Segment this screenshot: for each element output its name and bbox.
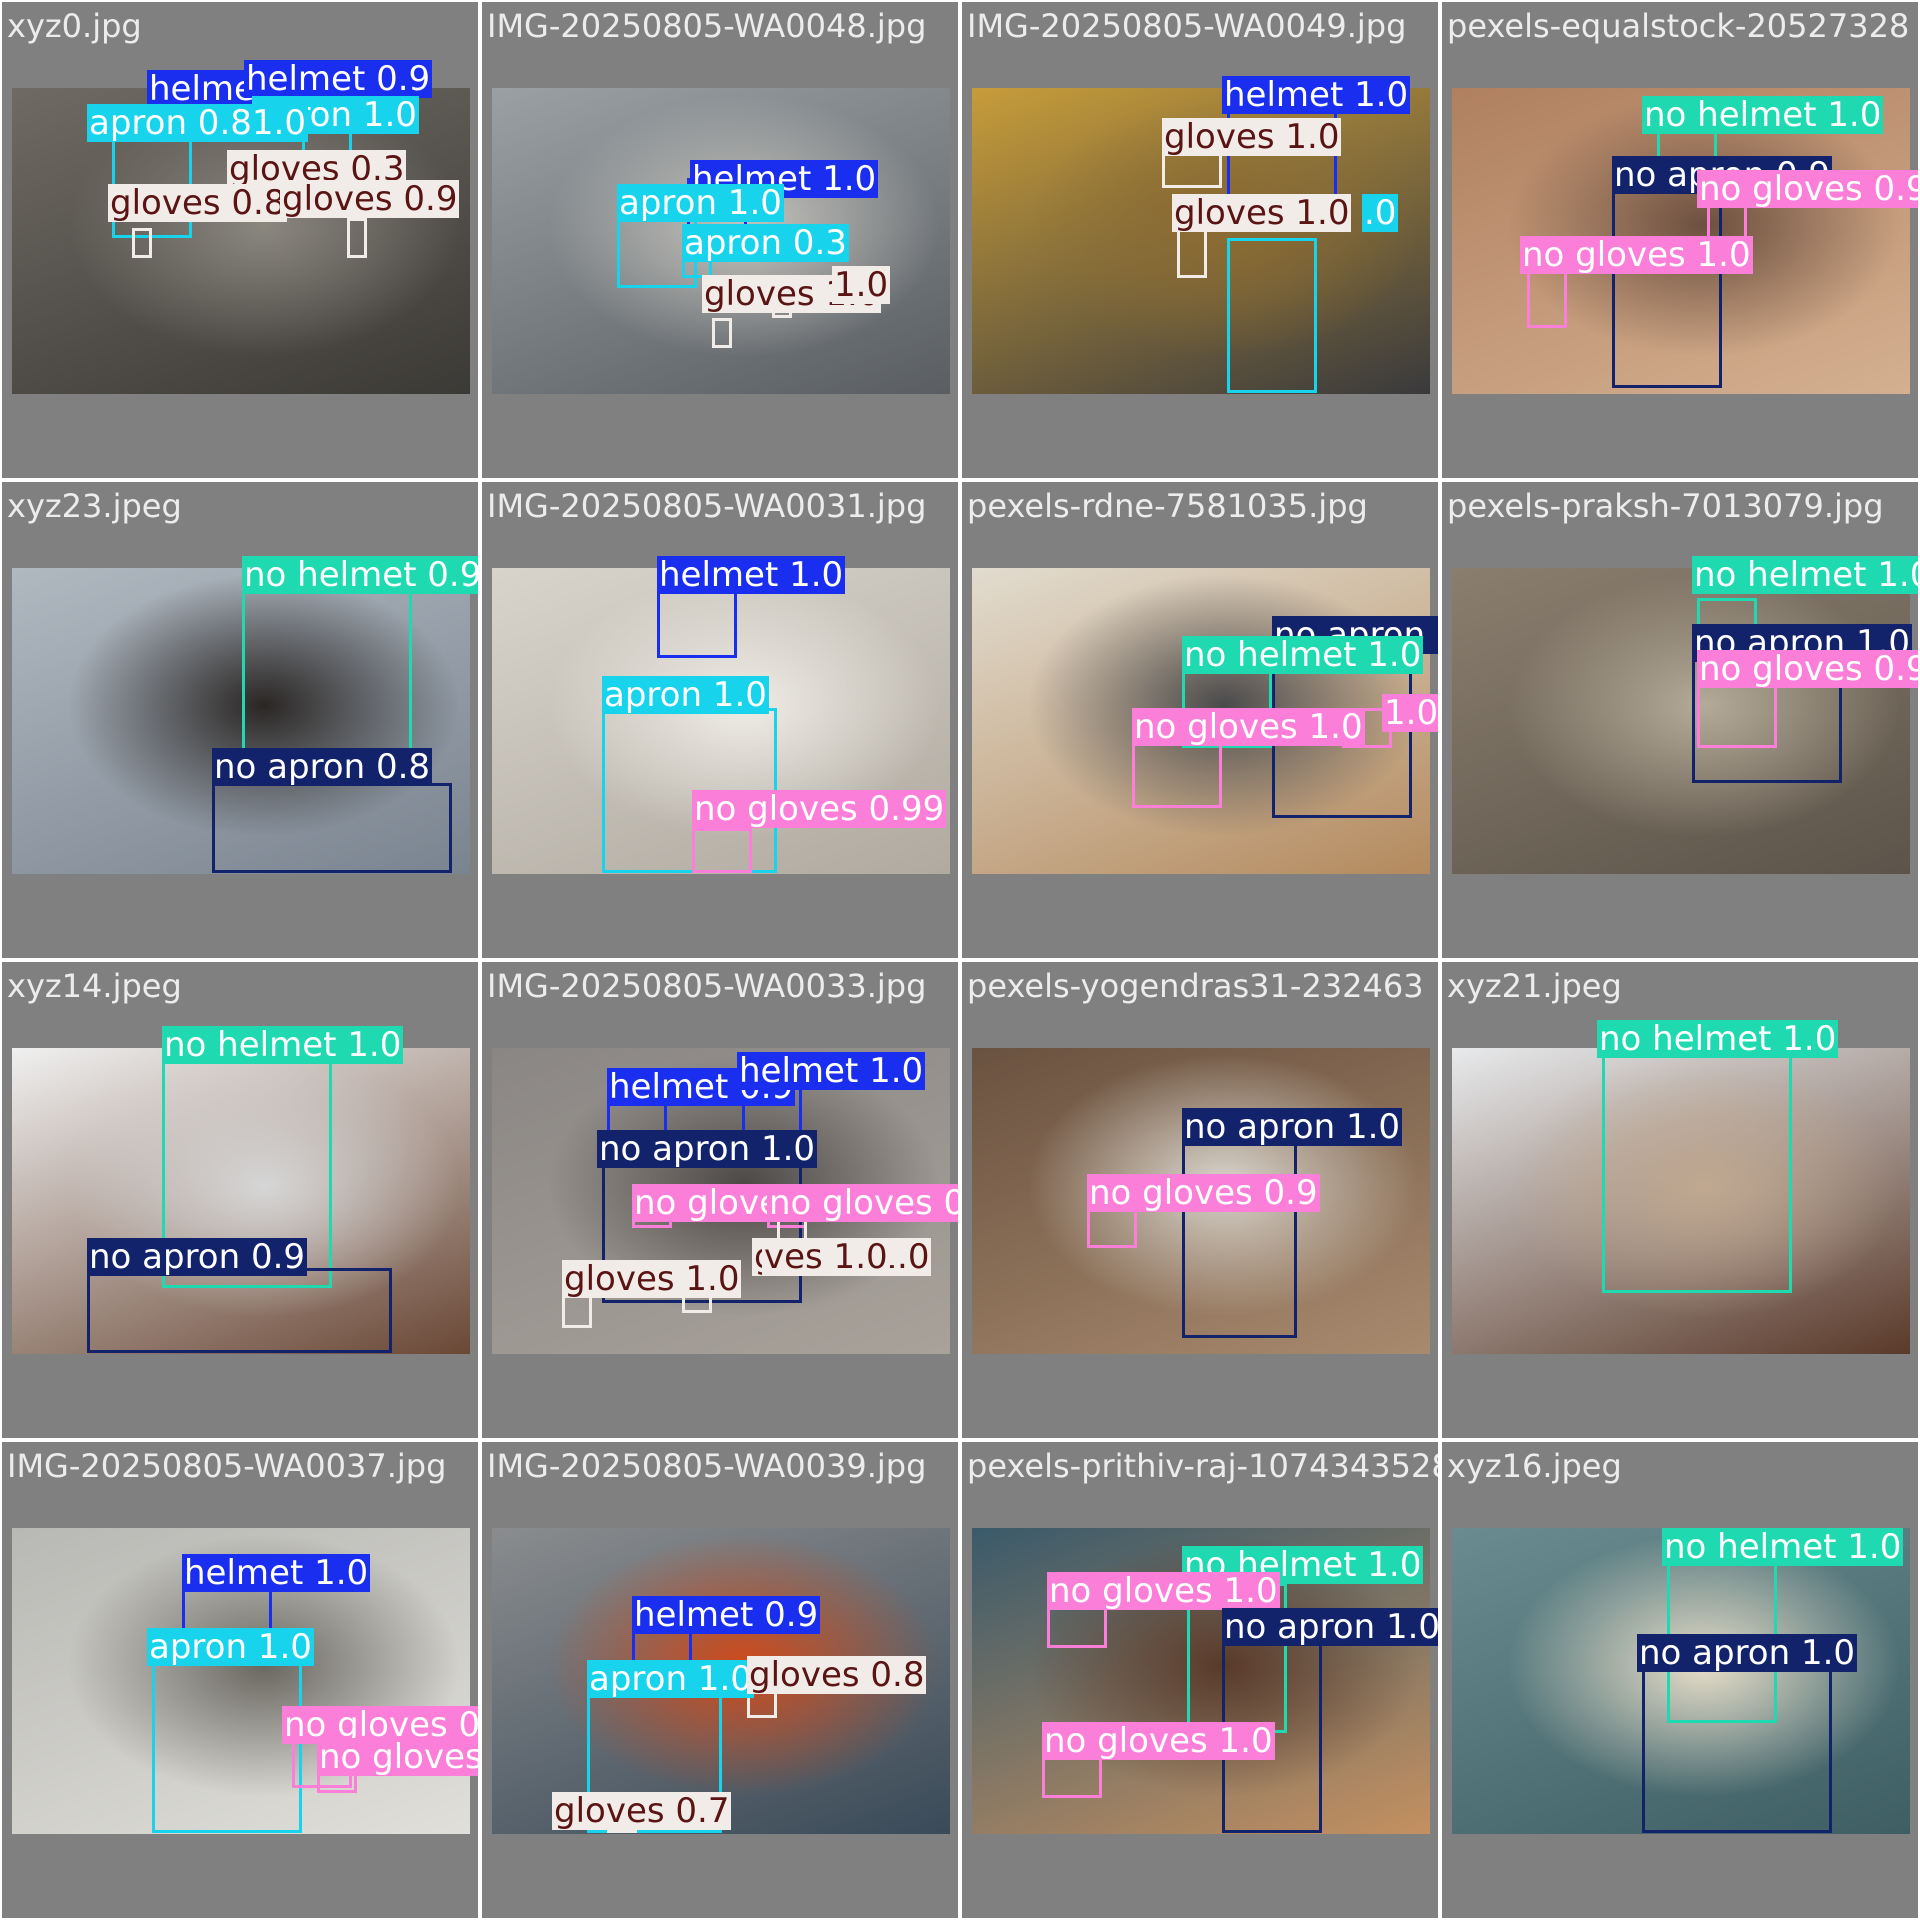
tile-filename: IMG-20250805-WA0049.jpg xyxy=(967,7,1407,45)
bbox-no-apron xyxy=(1642,1668,1832,1833)
tile-filename: xyz0.jpg xyxy=(7,7,142,45)
tile-filename: xyz16.jpeg xyxy=(1447,1447,1622,1485)
bbox-gloves xyxy=(347,218,367,258)
bbox-no-gloves xyxy=(1132,738,1222,808)
tile-filename: pexels-praksh-7013079.jpg xyxy=(1447,487,1884,525)
bbox-label: no apron 1.0 xyxy=(597,1129,818,1169)
photo xyxy=(12,568,470,874)
tile-filename: IMG-20250805-WA0037.jpg xyxy=(7,1447,447,1485)
image-tile: pexels-praksh-7013079.jpg no helmet 1.0 no… xyxy=(1442,482,1918,958)
image-tile: xyz21.jpeg no helmet 1.0 xyxy=(1442,962,1918,1438)
bbox-label: ves 1.0 xyxy=(762,1237,890,1277)
tile-filename: IMG-20250805-WA0048.jpg xyxy=(487,7,927,45)
tile-filename: IMG-20250805-WA0039.jpg xyxy=(487,1447,927,1485)
tile-filename: pexels-prithiv-raj-1074343528-28871335.j xyxy=(967,1447,1438,1485)
tile-filename: IMG-20250805-WA0033.jpg xyxy=(487,967,927,1005)
bbox-no-helmet xyxy=(242,583,412,763)
bbox-helmet xyxy=(657,588,737,658)
bbox-label: no gloves 0.9 xyxy=(317,1738,478,1776)
bbox-label: no gloves 1.0 xyxy=(1042,1721,1275,1761)
image-tile: IMG-20250805-WA0049.jpg helmet 1.0 gloves … xyxy=(962,2,1438,478)
bbox-label: no gloves 1.0 xyxy=(1520,235,1753,275)
bbox-no-gloves xyxy=(1087,1208,1137,1248)
image-tile: xyz23.jpeg no helmet 0.9 no apron 0.8 xyxy=(2,482,478,958)
image-tile: xyz14.jpeg no helmet 1.0 no apron 0.9 xyxy=(2,962,478,1438)
bbox-label: no helmet 1.0 xyxy=(1692,556,1918,594)
bbox-label: no helmet 1.0 xyxy=(1662,1527,1904,1567)
bbox-apron xyxy=(152,1663,302,1833)
bbox-label: apron 1.0 xyxy=(617,183,784,223)
bbox-label: no helmet 1.0 xyxy=(1597,1019,1839,1059)
bbox-label: helmet 1.0 xyxy=(737,1051,926,1091)
tile-filename: pexels-rdne-7581035.jpg xyxy=(967,487,1368,525)
bbox-label: helmet 1.0 xyxy=(657,555,846,595)
bbox-label: 1.0 xyxy=(832,265,891,305)
bbox-label: gloves 1.0 xyxy=(1162,117,1342,157)
bbox-label: gloves 1.0 xyxy=(562,1259,742,1299)
bbox-label: .0 xyxy=(1362,193,1399,233)
tile-filename: xyz14.jpeg xyxy=(7,967,182,1005)
bbox-gloves xyxy=(712,318,732,348)
bbox-label: no helmet 0.9 xyxy=(242,556,478,594)
bbox-label: no apron 0.8 xyxy=(212,747,433,787)
image-tile: IMG-20250805-WA0031.jpg helmet 1.0 apron 1… xyxy=(482,482,958,958)
photo xyxy=(1452,1528,1910,1834)
bbox-label: no apron 1.0 xyxy=(1637,1633,1858,1673)
bbox-label: no gloves 0.9 xyxy=(1697,650,1918,688)
bbox-label: no gloves 0.9 xyxy=(1697,170,1918,208)
bbox-label: no gloves 0.9 xyxy=(767,1184,958,1222)
bbox-label: no helmet 1.0 xyxy=(1642,95,1884,135)
bbox-label: helmet 0.9 xyxy=(632,1595,821,1635)
bbox-label: no gloves 1.0 xyxy=(1132,707,1365,747)
bbox-label: no helmet 1.0 xyxy=(1182,635,1424,675)
detection-mosaic: xyz0.jpg helmet 0.9 helmet 0.9 apron 1.0 apr… xyxy=(0,0,1920,1920)
bbox-label: gloves 0.7 xyxy=(552,1791,732,1831)
image-tile: pexels-equalstock-20527328 no helmet 1.0 n… xyxy=(1442,2,1918,478)
bbox-label: apron 1.0 xyxy=(587,1659,754,1699)
tile-filename: pexels-equalstock-20527328 xyxy=(1447,7,1910,45)
photo xyxy=(12,1048,470,1354)
bbox-label: no apron 1.0 xyxy=(1182,1107,1403,1147)
bbox-label: helmet 0.9 xyxy=(244,59,433,99)
bbox-label: no apron 1.0 xyxy=(1222,1608,1438,1646)
bbox-label: 1.0 xyxy=(1382,694,1438,732)
image-tile: pexels-prithiv-raj-1074343528-28871335.j… xyxy=(962,1442,1438,1918)
bbox-label: no helmet 1.0 xyxy=(162,1025,404,1065)
photo xyxy=(1452,568,1910,874)
tile-filename: pexels-yogendras31-232463 xyxy=(967,967,1424,1005)
bbox-label: no gloves 1.0 xyxy=(1047,1571,1280,1611)
bbox-no-gloves xyxy=(692,828,752,873)
bbox-label: gloves 0.8 xyxy=(747,1655,927,1695)
bbox-gloves xyxy=(132,228,152,258)
bbox-label: apron 0.81.0 xyxy=(87,103,308,143)
image-tile: IMG-20250805-WA0048.jpg helmet 1.0 apron 1… xyxy=(482,2,958,478)
bbox-no-apron xyxy=(212,783,452,873)
bbox-label: no apron 0.9 xyxy=(87,1237,308,1277)
image-tile: pexels-yogendras31-232463 no apron 1.0 no … xyxy=(962,962,1438,1438)
bbox-label: no gloves 0.99 xyxy=(692,789,947,829)
bbox-label: apron 0.3 xyxy=(682,223,849,263)
bbox-apron xyxy=(1227,238,1317,393)
photo xyxy=(1452,1048,1910,1354)
image-tile: xyz0.jpg helmet 0.9 helmet 0.9 apron 1.0 apr… xyxy=(2,2,478,478)
image-tile: IMG-20250805-WA0037.jpg helmet 1.0 apron 1… xyxy=(2,1442,478,1918)
tile-filename: IMG-20250805-WA0031.jpg xyxy=(487,487,927,525)
tile-filename: xyz23.jpeg xyxy=(7,487,182,525)
image-tile: IMG-20250805-WA0033.jpg helmet 0.9 helmet … xyxy=(482,962,958,1438)
bbox-label: apron 1.0 xyxy=(147,1627,314,1667)
bbox-label: apron 1.0 xyxy=(602,675,769,715)
image-tile: xyz16.jpeg no helmet 1.0 no apron 1.0 xyxy=(1442,1442,1918,1918)
bbox-no-apron xyxy=(1182,1133,1297,1338)
image-tile: pexels-rdne-7581035.jpgno apron 1.0no he… xyxy=(962,482,1438,958)
bbox-label: helmet 1.0 xyxy=(182,1553,371,1593)
bbox-no-apron xyxy=(87,1268,392,1353)
bbox-label: helmet 1.0 xyxy=(1222,75,1411,115)
bbox-label: no gloves 0.9 xyxy=(1087,1173,1320,1213)
bbox-label: gloves 1.0 xyxy=(1172,193,1352,233)
bbox-label: gloves 0.8 xyxy=(108,183,288,223)
bbox-label: gloves 0.9 xyxy=(280,179,460,219)
bbox-no-helmet xyxy=(1602,1053,1792,1293)
image-tile: IMG-20250805-WA0039.jpg helmet 0.9 apron 1… xyxy=(482,1442,958,1918)
tile-filename: xyz21.jpeg xyxy=(1447,967,1622,1005)
